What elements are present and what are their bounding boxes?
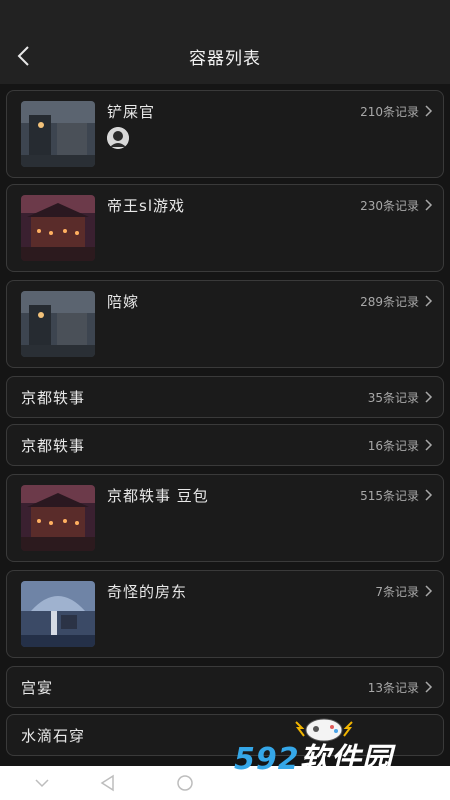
chevron-right-icon: [425, 489, 433, 501]
list-item[interactable]: 京都轶事 16条记录: [6, 424, 444, 466]
top-bar: 容器列表: [0, 0, 450, 84]
thumbnail-image: [21, 291, 95, 357]
thumbnail-image: [21, 581, 95, 647]
record-count: 515条记录: [360, 489, 419, 503]
chevron-down-icon[interactable]: [32, 773, 52, 793]
record-count: 13条记录: [367, 681, 419, 695]
item-title: 京都轶事: [21, 389, 86, 407]
list-item[interactable]: 铲屎官 210条记录: [6, 90, 444, 178]
chevron-right-icon: [425, 681, 433, 693]
list-item[interactable]: 京都轶事 豆包 515条记录: [6, 474, 444, 562]
home-circle-icon[interactable]: [175, 773, 195, 793]
record-count: 289条记录: [360, 295, 419, 309]
thumbnail-image: [21, 195, 95, 261]
item-title: 京都轶事 豆包: [107, 487, 209, 505]
item-title: 帝王sl游戏: [107, 197, 185, 215]
chevron-right-icon: [425, 391, 433, 403]
page-title: 容器列表: [189, 49, 261, 69]
back-triangle-icon[interactable]: [98, 773, 118, 793]
watermark-url: www.592xiazai.com: [244, 772, 420, 790]
avatar: [107, 127, 129, 149]
record-count: 35条记录: [367, 391, 419, 405]
thumbnail-image: [21, 485, 95, 551]
thumbnail-image: [21, 101, 95, 167]
list-item[interactable]: 帝王sl游戏 230条记录: [6, 184, 444, 272]
record-count: 7条记录: [375, 585, 419, 599]
list-item[interactable]: 宫宴 13条记录: [6, 666, 444, 708]
chevron-right-icon: [425, 105, 433, 117]
list-item[interactable]: 奇怪的房东 7条记录: [6, 570, 444, 658]
item-title: 水滴石穿: [21, 727, 86, 745]
list-item[interactable]: 陪嫁 289条记录: [6, 280, 444, 368]
chevron-right-icon: [425, 295, 433, 307]
record-count: 210条记录: [360, 105, 419, 119]
chevron-right-icon: [425, 439, 433, 451]
list-item[interactable]: 京都轶事 35条记录: [6, 376, 444, 418]
item-title: 陪嫁: [107, 293, 140, 311]
item-title: 奇怪的房东: [107, 583, 188, 601]
chevron-right-icon: [425, 585, 433, 597]
chevron-right-icon: [425, 199, 433, 211]
item-title: 宫宴: [21, 679, 54, 697]
record-count: 230条记录: [360, 199, 419, 213]
record-count: 16条记录: [367, 439, 419, 453]
item-title: 铲屎官: [107, 103, 156, 121]
item-title: 京都轶事: [21, 437, 86, 455]
watermark-logo: 592软件园 www.592xiazai.com: [214, 718, 444, 796]
